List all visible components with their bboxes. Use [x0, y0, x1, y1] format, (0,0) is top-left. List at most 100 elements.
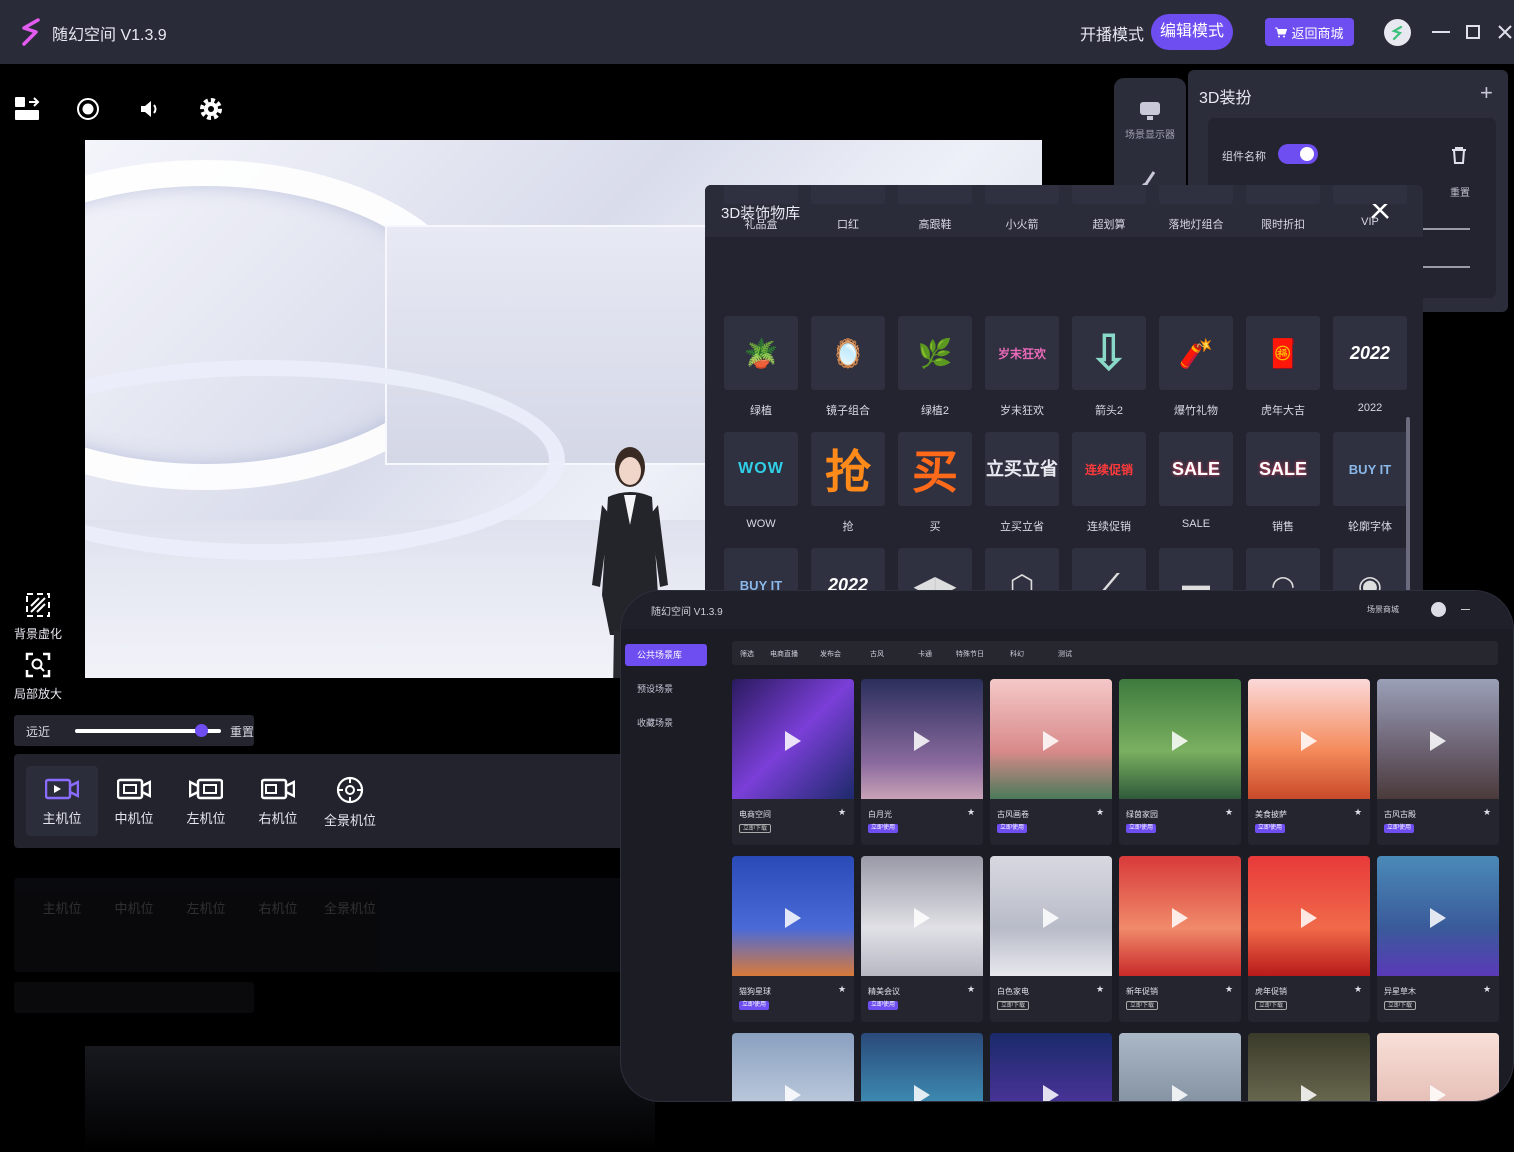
library-item[interactable]: 🪴 绿植	[724, 316, 798, 418]
panorama-camera-button[interactable]: 全景机位	[314, 766, 386, 836]
favorite-star-icon[interactable]: ★	[1483, 984, 1491, 995]
library-item[interactable]: 小火箭	[985, 185, 1059, 232]
nav-favorite-scenes[interactable]: 收藏场景	[625, 712, 707, 734]
scene-card[interactable]: 白色家电 ★ 立即下载	[990, 856, 1112, 1022]
library-item[interactable]: BUY IT 轮廓字体	[1333, 432, 1407, 534]
scene-thumbnail[interactable]	[1248, 679, 1370, 799]
scene-action-button[interactable]: 立即使用	[1255, 824, 1286, 833]
scene-thumbnail[interactable]	[1248, 856, 1370, 976]
distance-slider-handle[interactable]	[195, 724, 208, 737]
favorite-star-icon[interactable]: ★	[1225, 984, 1233, 995]
scene-action-button[interactable]: 立即使用	[1126, 824, 1157, 833]
scene-card[interactable]	[732, 1033, 854, 1101]
mid-camera-button[interactable]: 中机位	[98, 766, 170, 836]
add-decoration-button[interactable]: +	[1480, 80, 1493, 106]
scene-thumbnail[interactable]	[732, 1033, 854, 1101]
background-blur-button[interactable]: 背景虚化	[10, 592, 66, 642]
favorite-star-icon[interactable]: ★	[1483, 807, 1491, 818]
library-item[interactable]: VIP	[1333, 185, 1407, 228]
scene-thumbnail[interactable]	[990, 1033, 1112, 1101]
scene-thumbnail[interactable]	[861, 1033, 983, 1101]
scene-card[interactable]: 美食披萨 ★ 立即使用	[1248, 679, 1370, 845]
filter-option[interactable]: 特殊节日	[956, 649, 984, 659]
main-camera-button[interactable]: 主机位	[26, 766, 98, 836]
scene-card[interactable]: 古风古殿 ★ 立即使用	[1377, 679, 1499, 845]
library-item[interactable]: 连续促销 连续促销	[1072, 432, 1146, 534]
scene-card[interactable]: 白月光 ★ 立即使用	[861, 679, 983, 845]
favorite-star-icon[interactable]: ★	[967, 984, 975, 995]
library-item[interactable]: SALE 销售	[1246, 432, 1320, 534]
scene-card[interactable]: 虎年促销 ★ 立即下载	[1248, 856, 1370, 1022]
scene-action-button[interactable]: 立即下载	[997, 1001, 1030, 1010]
favorite-star-icon[interactable]: ★	[1225, 807, 1233, 818]
scene-thumbnail[interactable]	[1377, 856, 1499, 976]
library-item[interactable]: 🌿 绿植2	[898, 316, 972, 418]
library-item[interactable]: 抢抢	[811, 432, 885, 534]
scene-thumbnail[interactable]	[732, 856, 854, 976]
scene-action-button[interactable]: 立即使用	[997, 824, 1028, 833]
library-item[interactable]: 礼品盒	[724, 185, 798, 232]
filter-option[interactable]: 电商直播	[770, 649, 798, 659]
volume-icon[interactable]	[135, 94, 165, 124]
nav-public-scenes[interactable]: 公共场景库	[625, 644, 707, 666]
scene-card[interactable]	[1119, 1033, 1241, 1101]
filter-option[interactable]: 卡通	[918, 649, 932, 659]
layout-icon[interactable]	[12, 94, 42, 124]
scene-thumbnail[interactable]	[1119, 1033, 1241, 1101]
close-icon[interactable]	[1494, 20, 1514, 44]
favorite-star-icon[interactable]: ★	[838, 807, 846, 818]
scene-action-button[interactable]: 立即下载	[1126, 1001, 1159, 1010]
left-camera-button[interactable]: 左机位	[170, 766, 242, 836]
scene-card[interactable]: 猫狗星球 ★ 立即使用	[732, 856, 854, 1022]
scene-card[interactable]	[1248, 1033, 1370, 1101]
library-item[interactable]: 限时折扣	[1246, 185, 1320, 232]
scene-minimize-icon[interactable]	[1461, 609, 1470, 610]
scene-card[interactable]	[1377, 1033, 1499, 1101]
scene-action-button[interactable]: 立即使用	[739, 1001, 770, 1010]
scene-action-button[interactable]: 立即下载	[1384, 1001, 1417, 1010]
favorite-star-icon[interactable]: ★	[1096, 984, 1104, 995]
scene-thumbnail[interactable]	[1377, 1033, 1499, 1101]
filter-option[interactable]: 发布会	[820, 649, 841, 659]
library-item[interactable]: ⇩ 箭头2	[1072, 316, 1146, 418]
scene-card[interactable]: 绿茵家园 ★ 立即使用	[1119, 679, 1241, 845]
component-reset-button[interactable]: 重置	[1450, 184, 1470, 199]
library-item[interactable]: 口红	[811, 185, 885, 232]
scene-action-button[interactable]: 立即下载	[739, 824, 772, 833]
favorite-star-icon[interactable]: ★	[967, 807, 975, 818]
edit-mode-button[interactable]: 编辑模式	[1151, 14, 1233, 50]
scene-avatar[interactable]	[1431, 602, 1446, 617]
favorite-star-icon[interactable]: ★	[838, 984, 846, 995]
local-zoom-button[interactable]: 局部放大	[10, 652, 66, 702]
scene-action-button[interactable]: 立即使用	[868, 824, 899, 833]
minimize-icon[interactable]	[1430, 20, 1452, 44]
library-item[interactable]: 2022 2022	[1333, 316, 1407, 414]
back-to-shop-button[interactable]: 返回商城	[1265, 18, 1354, 46]
scene-thumbnail[interactable]	[990, 679, 1112, 799]
scene-display-button[interactable]: 场景显示器	[1114, 100, 1186, 141]
settings-icon[interactable]	[196, 94, 226, 124]
scene-thumbnail[interactable]	[990, 856, 1112, 976]
favorite-star-icon[interactable]: ★	[1096, 807, 1104, 818]
favorite-star-icon[interactable]: ★	[1354, 984, 1362, 995]
favorite-star-icon[interactable]: ★	[1354, 807, 1362, 818]
scene-action-button[interactable]: 立即使用	[1384, 824, 1415, 833]
library-item[interactable]: 🪞 镜子组合	[811, 316, 885, 418]
scene-card[interactable]	[861, 1033, 983, 1101]
scene-card[interactable]: 古风画卷 ★ 立即使用	[990, 679, 1112, 845]
library-item[interactable]: WOW WOW	[724, 432, 798, 530]
library-item[interactable]: 立买立省 立买立省	[985, 432, 1059, 534]
scene-action-button[interactable]: 立即下载	[1255, 1001, 1288, 1010]
component-toggle[interactable]	[1278, 144, 1318, 164]
distance-reset-button[interactable]: 重置	[230, 723, 254, 740]
user-avatar[interactable]	[1384, 19, 1411, 46]
scene-thumbnail[interactable]	[1377, 679, 1499, 799]
filter-option[interactable]: 科幻	[1010, 649, 1024, 659]
library-item[interactable]: 买买	[898, 432, 972, 534]
library-item[interactable]: SALE SALE	[1159, 432, 1233, 530]
scene-card[interactable]	[990, 1033, 1112, 1101]
scene-card[interactable]: 新年促销 ★ 立即下载	[1119, 856, 1241, 1022]
scene-shop-button[interactable]: 场景商城	[1367, 604, 1399, 615]
scene-thumbnail[interactable]	[1119, 856, 1241, 976]
library-scrollbar[interactable]	[1406, 417, 1410, 597]
